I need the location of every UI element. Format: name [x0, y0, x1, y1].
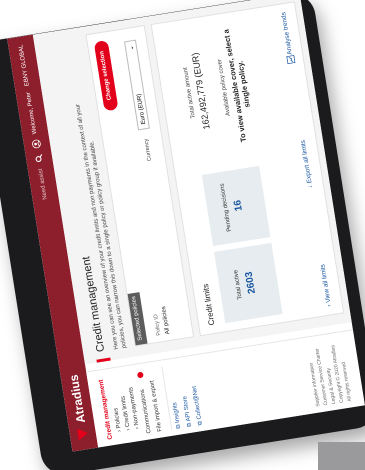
- sidebar-footer: Supplier information Customer Service Ch…: [305, 343, 354, 407]
- currency-label: Currency: [143, 138, 153, 162]
- user-greeting[interactable]: Welcome, Peter: [25, 92, 38, 135]
- policy-id-value: All policies: [160, 305, 172, 335]
- atradius-logo-icon: [76, 427, 89, 441]
- notification-badge: [136, 371, 144, 379]
- company-name[interactable]: EBNY GLOBAL: [18, 44, 30, 86]
- analyse-trends-link[interactable]: Analyse trends: [279, 12, 296, 65]
- limits-actions: › View all limits ↓ Export all limits An…: [279, 12, 334, 308]
- user-avatar-icon[interactable]: [31, 139, 41, 149]
- credit-limits-title: Credit limits: [200, 283, 217, 326]
- currency-value: Euro (EUR): [136, 93, 148, 125]
- trend-chart-icon: [286, 55, 296, 65]
- amount-cover-panel: Total active amount 162,492,779 (EUR) Av…: [177, 19, 259, 157]
- pending-decisions-tile[interactable]: Pending decisions 16: [201, 165, 271, 247]
- search-hint: Need assist: [37, 168, 49, 201]
- brand-logo[interactable]: Atradius: [67, 374, 91, 441]
- tab-selected-policies[interactable]: Selected policies: [127, 292, 148, 346]
- currency-select[interactable]: Euro (EUR) ⌄: [123, 39, 150, 131]
- chevron-down-icon: ⌄: [128, 44, 136, 51]
- photo-stage: Atradius Need assist Welcome, Peter EBNY…: [0, 0, 365, 470]
- search-icon[interactable]: [34, 154, 43, 163]
- brand-name: Atradius: [66, 373, 89, 424]
- view-all-limits-link[interactable]: › View all limits: [319, 264, 334, 307]
- total-active-tile[interactable]: Total active 2603: [214, 242, 283, 324]
- export-all-limits-link[interactable]: ↓ Export all limits: [300, 139, 316, 189]
- change-selection-button[interactable]: Change selection: [93, 40, 119, 112]
- stand-base: [318, 442, 365, 470]
- main-content: Credit management Here you can see an ov…: [32, 0, 352, 365]
- title-accent: [96, 357, 111, 363]
- policy-id-label: Policy ID: [153, 313, 163, 337]
